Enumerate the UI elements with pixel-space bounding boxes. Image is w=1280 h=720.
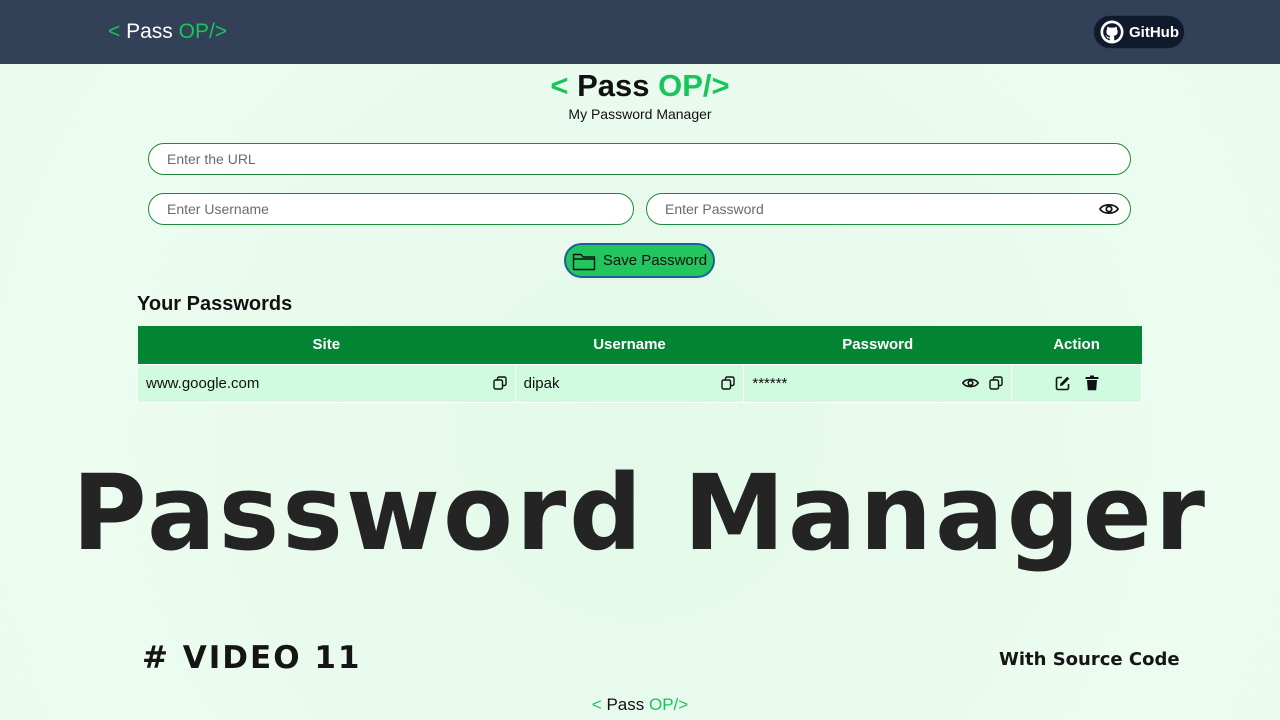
github-logo-icon	[1100, 20, 1124, 44]
edit-icon[interactable]	[1055, 375, 1071, 391]
column-header-action: Action	[1011, 326, 1142, 364]
video-number: # VIDEO 11	[142, 640, 362, 676]
username-input[interactable]	[148, 193, 634, 225]
nav-logo[interactable]: < Pass OP/>	[108, 20, 227, 44]
footer-logo-open: <	[591, 695, 607, 714]
footer-logo-accent: OP/>	[644, 695, 689, 714]
trash-icon[interactable]	[1085, 375, 1099, 391]
github-button[interactable]: GitHub	[1093, 15, 1185, 49]
action-cell	[1011, 363, 1142, 403]
footer-logo: < Pass OP/>	[0, 695, 1280, 715]
copy-icon[interactable]	[989, 376, 1003, 390]
app-logo-main: Pass	[577, 68, 650, 103]
banner-title: Password Manager	[72, 452, 1208, 574]
passwords-table: Site Username Password Action www.google…	[137, 326, 1142, 403]
github-label: GitHub	[1129, 23, 1179, 41]
site-link[interactable]: www.google.com	[146, 375, 259, 392]
app-subtitle: My Password Manager	[568, 106, 712, 122]
table-header-row: Site Username Password Action	[137, 326, 1142, 364]
column-header-username: Username	[515, 326, 744, 364]
folder-icon	[572, 251, 596, 271]
app-logo: < Pass OP/>	[0, 68, 1280, 104]
column-header-password: Password	[743, 326, 1012, 364]
password-value: ******	[752, 374, 788, 392]
username-value: dipak	[523, 374, 560, 392]
app-logo-accent: OP/>	[649, 68, 730, 103]
username-cell: dipak	[514, 363, 745, 403]
password-input[interactable]	[646, 193, 1131, 225]
source-code-label: With Source Code	[999, 649, 1180, 670]
copy-icon[interactable]	[721, 376, 736, 390]
navbar: < Pass OP/> GitHub	[0, 0, 1280, 64]
save-password-button[interactable]: Save Password	[564, 243, 715, 278]
eye-icon[interactable]	[962, 377, 980, 389]
password-cell: ******	[743, 363, 1013, 403]
eye-icon[interactable]	[1098, 199, 1120, 219]
save-password-label: Save Password	[602, 252, 708, 269]
passwords-heading: Your Passwords	[137, 293, 293, 315]
nav-logo-accent: OP/>	[172, 20, 228, 43]
site-cell: www.google.com	[137, 363, 516, 403]
app-logo-open: <	[550, 68, 578, 103]
table-row: www.google.com dipak ******	[137, 363, 1142, 403]
nav-logo-main: Pass	[126, 20, 173, 43]
url-input[interactable]	[148, 143, 1131, 175]
footer-logo-main: Pass	[606, 695, 645, 714]
nav-logo-open: <	[108, 20, 127, 43]
copy-icon[interactable]	[492, 376, 507, 390]
column-header-site: Site	[137, 326, 516, 364]
